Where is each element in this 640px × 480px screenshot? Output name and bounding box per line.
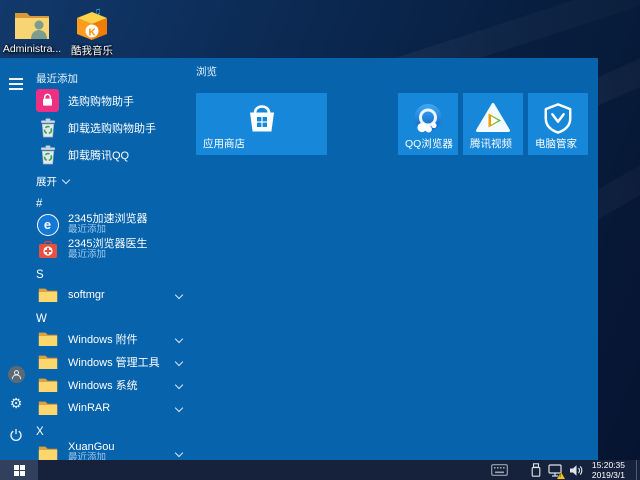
folder-item-windows-system[interactable]: Windows 系统 [36, 373, 194, 396]
system-tray: 15:20:35 2019/3/1 [491, 460, 640, 480]
group-letter-s[interactable]: S [36, 266, 194, 283]
tiles-area: 浏览 应用商店 QQ浏览器 腾讯视频 电脑管家 [196, 64, 596, 155]
kuwo-music-icon: ♫ K [73, 5, 111, 41]
folder-item-xuangou[interactable]: XuanGou 最近添加 [36, 440, 194, 460]
start-menu-rail: ⚙ [0, 58, 32, 460]
expand-label: 展开 [36, 175, 57, 188]
usb-device-icon[interactable] [531, 463, 541, 477]
power-icon [10, 429, 22, 441]
store-icon [245, 102, 279, 139]
folder-item-winrar[interactable]: WinRAR [36, 396, 194, 419]
start-menu: ⚙ 最近添加 选购购物助手 卸载选购购物助手 卸载腾讯QQ 展开 # e 234… [0, 58, 598, 460]
power-button[interactable] [6, 425, 26, 445]
clock-date: 2019/3/1 [591, 470, 625, 480]
user-avatar-icon [7, 365, 25, 383]
folder-icon [36, 283, 59, 306]
app-item-subtitle: 最近添加 [68, 249, 107, 261]
uninstall-trash-icon [36, 116, 59, 139]
clock-time: 15:20:35 [591, 459, 625, 470]
app-item-subtitle: 最近添加 [68, 452, 107, 460]
app-item-label: 卸载选购购物助手 [68, 122, 156, 135]
show-desktop-button[interactable] [636, 460, 640, 480]
app-item-label: 卸载腾讯QQ [68, 149, 130, 162]
chevron-down-icon[interactable] [174, 290, 184, 299]
group-letter-x[interactable]: X [36, 423, 194, 440]
tile-label: 应用商店 [203, 138, 245, 150]
touch-keyboard-icon[interactable] [491, 464, 508, 476]
expand-button[interactable]: 展开 [36, 171, 194, 191]
folder-item-windows-accessories[interactable]: Windows 附件 [36, 327, 194, 350]
folder-item-windows-admin-tools[interactable]: Windows 管理工具 [36, 350, 194, 373]
tile-label: 电脑管家 [535, 138, 577, 150]
recent-added-header: 最近添加 [36, 73, 78, 85]
app-item-uninstall-qq[interactable]: 卸载腾讯QQ [36, 141, 194, 168]
medkit-icon [36, 238, 59, 261]
tile-label: QQ浏览器 [405, 138, 453, 150]
pc-manager-icon [542, 101, 574, 140]
folder-item-label: Windows 附件 [68, 333, 138, 346]
folder-icon [36, 396, 59, 419]
tile-app-store[interactable]: 应用商店 [196, 93, 327, 155]
folder-item-label: Windows 管理工具 [68, 356, 160, 369]
network-warning-icon[interactable] [548, 463, 565, 479]
tile-row: 应用商店 QQ浏览器 腾讯视频 电脑管家 [196, 93, 596, 155]
folder-icon [36, 441, 59, 460]
desktop-icon-label: Administra... [2, 43, 62, 55]
settings-button[interactable]: ⚙ [6, 394, 26, 414]
app-item-label: 选购购物助手 [68, 95, 134, 108]
volume-icon[interactable] [569, 464, 583, 477]
chevron-down-icon[interactable] [174, 403, 184, 412]
start-app-list: 最近添加 选购购物助手 卸载选购购物助手 卸载腾讯QQ 展开 # e 2345加… [36, 70, 194, 460]
folder-item-label: softmgr [68, 288, 105, 301]
taskbar-clock[interactable]: 15:20:35 2019/3/1 [590, 460, 629, 480]
folder-icon [36, 327, 59, 350]
chevron-down-icon [61, 175, 71, 185]
chevron-down-icon[interactable] [174, 380, 184, 389]
chevron-down-icon[interactable] [174, 448, 184, 457]
app-item-2345-doctor[interactable]: 2345浏览器医生 最近添加 [36, 237, 194, 262]
user-account-button[interactable] [6, 364, 26, 384]
group-letter-w[interactable]: W [36, 310, 194, 327]
taskbar: 15:20:35 2019/3/1 [0, 460, 640, 480]
svg-text:K: K [89, 28, 97, 39]
warning-badge-icon [556, 471, 565, 479]
chevron-down-icon[interactable] [174, 334, 184, 343]
tiles-group-header[interactable]: 浏览 [196, 64, 596, 80]
start-button[interactable] [0, 460, 38, 480]
uninstall-trash-icon [36, 143, 59, 166]
app-item-subtitle: 最近添加 [68, 224, 107, 236]
folder-item-label: WinRAR [68, 401, 111, 414]
gear-icon: ⚙ [9, 396, 23, 412]
user-folder-icon [13, 5, 51, 41]
folder-item-softmgr[interactable]: softmgr [36, 283, 194, 306]
tile-pc-manager[interactable]: 电脑管家 [528, 93, 588, 155]
desktop-icons: Administra... ♫ K 酷我音乐 [2, 5, 120, 58]
app-item-2345-browser[interactable]: e 2345加速浏览器 最近添加 [36, 212, 194, 237]
folder-icon [36, 350, 59, 373]
app-item-xuangou-assistant[interactable]: 选购购物助手 [36, 87, 194, 114]
tencent-video-icon [475, 101, 511, 140]
menu-hamburger-button[interactable] [6, 74, 26, 94]
desktop-icon-kuwo-music[interactable]: ♫ K 酷我音乐 [64, 5, 120, 58]
tile-label: 腾讯视频 [470, 138, 512, 150]
browser-e-icon: e [36, 213, 59, 236]
windows-logo-icon [13, 464, 25, 476]
desktop-icon-administrator-folder[interactable]: Administra... [2, 5, 62, 58]
shopping-bag-icon [36, 89, 59, 112]
app-item-uninstall-xuangou[interactable]: 卸载选购购物助手 [36, 114, 194, 141]
folder-item-label: Windows 系统 [68, 379, 138, 392]
chevron-down-icon[interactable] [174, 357, 184, 366]
group-letter-hash[interactable]: # [36, 195, 194, 212]
desktop-icon-label: 酷我音乐 [71, 45, 113, 57]
hamburger-icon [9, 78, 23, 90]
tile-qq-browser[interactable]: QQ浏览器 [398, 93, 458, 155]
folder-icon [36, 373, 59, 396]
tile-tencent-video[interactable]: 腾讯视频 [463, 93, 523, 155]
